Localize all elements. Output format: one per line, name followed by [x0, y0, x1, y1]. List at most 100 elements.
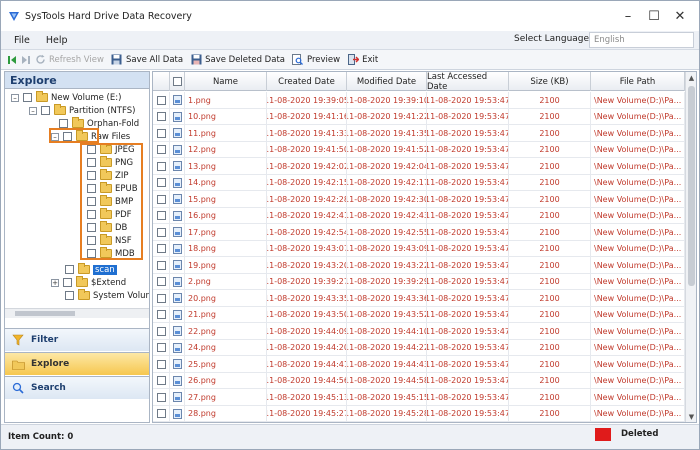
grid-vertical-scrollbar[interactable]: ▲ ▼ — [685, 72, 696, 422]
checkbox[interactable] — [156, 409, 166, 419]
checkbox[interactable] — [156, 392, 166, 402]
table-row[interactable]: 19.png 11-08-2020 19:43:20 11-08-2020 19:4… — [153, 257, 685, 274]
checkbox[interactable] — [41, 106, 50, 115]
table-row[interactable]: 15.png 11-08-2020 19:42:28 11-08-2020 19:4… — [153, 191, 685, 208]
row-checkbox-cell[interactable] — [153, 125, 170, 142]
refresh-view-button[interactable]: Refresh View — [33, 53, 104, 67]
checkbox[interactable] — [156, 310, 166, 320]
table-row[interactable]: 11.png 11-08-2020 19:41:33 11-08-2020 19:4… — [153, 125, 685, 142]
scroll-down-icon[interactable]: ▼ — [686, 411, 696, 422]
last-page-icon[interactable] — [19, 53, 33, 67]
table-row[interactable]: 27.png 11-08-2020 19:45:13 11-08-2020 19:4… — [153, 389, 685, 406]
table-row[interactable]: 17.png 11-08-2020 19:42:54 11-08-2020 19:4… — [153, 224, 685, 241]
row-checkbox-cell[interactable] — [153, 158, 170, 175]
tree-horizontal-scrollbar[interactable] — [5, 308, 149, 318]
checkbox[interactable] — [156, 244, 166, 254]
row-checkbox-cell[interactable] — [153, 224, 170, 241]
header-select-checkbox[interactable] — [170, 72, 185, 91]
row-checkbox-cell[interactable] — [153, 141, 170, 158]
table-row[interactable]: 21.png 11-08-2020 19:43:50 11-08-2020 19:4… — [153, 306, 685, 323]
table-row[interactable]: 14.png 11-08-2020 19:42:15 11-08-2020 19:4… — [153, 174, 685, 191]
table-row[interactable]: 12.png 11-08-2020 19:41:50 11-08-2020 19:4… — [153, 141, 685, 158]
minimize-icon[interactable]: – — [615, 7, 641, 25]
row-checkbox-cell[interactable] — [153, 92, 170, 109]
row-checkbox-cell[interactable] — [153, 306, 170, 323]
menu-file[interactable]: File — [1, 35, 38, 46]
row-checkbox-cell[interactable] — [153, 290, 170, 307]
checkbox[interactable] — [156, 277, 166, 287]
nav-filter-button[interactable]: Filter — [5, 328, 149, 351]
exit-button[interactable]: Exit — [346, 53, 378, 67]
preview-button[interactable]: Preview — [291, 53, 340, 67]
maximize-icon[interactable]: ☐ — [641, 7, 667, 25]
row-checkbox-cell[interactable] — [153, 339, 170, 356]
checkbox[interactable] — [156, 95, 166, 105]
table-row[interactable]: 18.png 11-08-2020 19:43:07 11-08-2020 19:4… — [153, 240, 685, 257]
menu-help[interactable]: Help — [38, 35, 76, 46]
scrollbar-thumb[interactable] — [15, 311, 75, 316]
table-row[interactable]: 25.png 11-08-2020 19:44:41 11-08-2020 19:4… — [153, 356, 685, 373]
checkbox[interactable] — [23, 93, 32, 102]
tree-node-scan[interactable]: scan — [65, 263, 117, 276]
checkbox[interactable] — [156, 343, 166, 353]
column-header-path[interactable]: File Path — [591, 72, 685, 91]
table-row[interactable]: 1.png 11-08-2020 19:39:05 11-08-2020 19:39… — [153, 92, 685, 109]
scroll-up-icon[interactable]: ▲ — [686, 72, 696, 83]
checkbox[interactable] — [156, 112, 166, 122]
table-row[interactable]: 16.png 11-08-2020 19:42:41 11-08-2020 19:4… — [153, 207, 685, 224]
row-checkbox-cell[interactable] — [153, 207, 170, 224]
column-header-name[interactable]: Name — [185, 72, 267, 91]
expand-icon[interactable]: + — [51, 278, 59, 287]
checkbox[interactable] — [156, 145, 166, 155]
row-checkbox-cell[interactable] — [153, 372, 170, 389]
nav-search-button[interactable]: Search — [5, 376, 149, 399]
collapse-icon[interactable]: – — [11, 93, 19, 102]
row-checkbox-cell[interactable] — [153, 405, 170, 422]
checkbox[interactable] — [59, 119, 68, 128]
row-checkbox-cell[interactable] — [153, 240, 170, 257]
checkbox[interactable] — [65, 291, 74, 300]
checkbox[interactable] — [156, 178, 166, 188]
tree-node-partition[interactable]: – Partition (NTFS) — [29, 104, 135, 117]
checkbox[interactable] — [156, 161, 166, 171]
save-deleted-data-button[interactable]: Save Deleted Data — [189, 53, 285, 67]
row-checkbox-cell[interactable] — [153, 191, 170, 208]
tree-node-extend[interactable]: + $Extend — [51, 276, 126, 289]
checkbox[interactable] — [156, 376, 166, 386]
checkbox[interactable] — [156, 211, 166, 221]
row-checkbox-cell[interactable] — [153, 389, 170, 406]
table-row[interactable]: 10.png 11-08-2020 19:41:16 11-08-2020 19:4… — [153, 108, 685, 125]
save-all-data-button[interactable]: Save All Data — [110, 53, 183, 67]
column-header-accessed[interactable]: Last Accessed Date — [427, 72, 509, 92]
checkbox[interactable] — [156, 359, 166, 369]
column-header-created[interactable]: Created Date — [267, 72, 347, 91]
column-header-size[interactable]: Size (KB) — [509, 72, 591, 91]
table-row[interactable]: 20.png 11-08-2020 19:43:35 11-08-2020 19:4… — [153, 290, 685, 307]
checkbox[interactable] — [156, 194, 166, 204]
checkbox[interactable] — [156, 260, 166, 270]
tree-node-volume[interactable]: – New Volume (E:) — [11, 91, 121, 104]
language-select[interactable]: English — [589, 32, 694, 48]
tree-node-system-volume[interactable]: System Volur — [65, 289, 149, 302]
checkbox[interactable] — [172, 77, 182, 86]
table-row[interactable]: 24.png 11-08-2020 19:44:20 11-08-2020 19:4… — [153, 339, 685, 356]
checkbox[interactable] — [156, 326, 166, 336]
collapse-icon[interactable]: – — [29, 106, 37, 115]
row-checkbox-cell[interactable] — [153, 273, 170, 290]
header-select-all[interactable] — [153, 72, 170, 91]
row-checkbox-cell[interactable] — [153, 174, 170, 191]
table-row[interactable]: 26.png 11-08-2020 19:44:56 11-08-2020 19:4… — [153, 372, 685, 389]
row-checkbox-cell[interactable] — [153, 356, 170, 373]
table-row[interactable]: 13.png 11-08-2020 19:42:02 11-08-2020 19:4… — [153, 158, 685, 175]
checkbox[interactable] — [63, 278, 72, 287]
checkbox[interactable] — [156, 128, 166, 138]
table-row[interactable]: 28.png 11-08-2020 19:45:27 11-08-2020 19:4… — [153, 405, 685, 422]
checkbox[interactable] — [156, 227, 166, 237]
close-icon[interactable]: ✕ — [667, 7, 693, 25]
table-row[interactable]: 22.png 11-08-2020 19:44:09 11-08-2020 19:4… — [153, 323, 685, 340]
row-checkbox-cell[interactable] — [153, 323, 170, 340]
column-header-modified[interactable]: Modified Date — [347, 72, 427, 91]
checkbox[interactable] — [156, 293, 166, 303]
row-checkbox-cell[interactable] — [153, 108, 170, 125]
row-checkbox-cell[interactable] — [153, 257, 170, 274]
